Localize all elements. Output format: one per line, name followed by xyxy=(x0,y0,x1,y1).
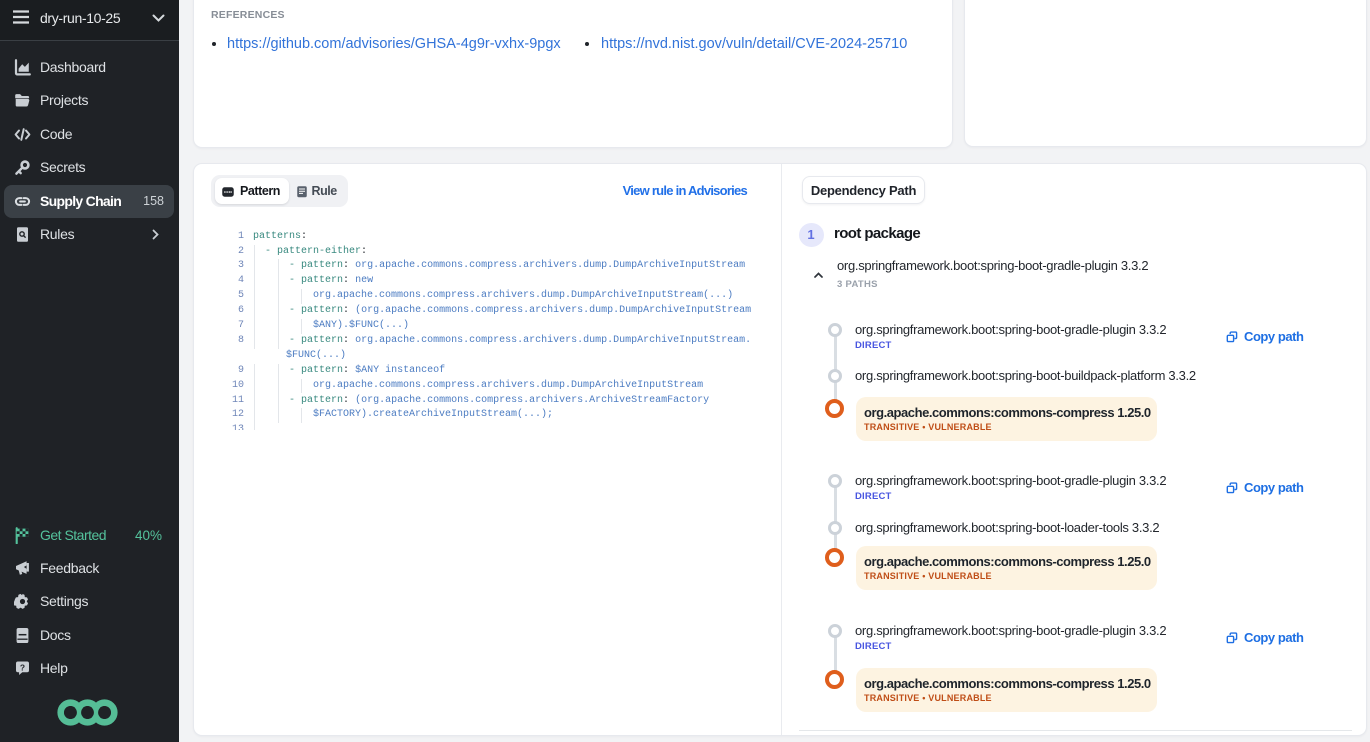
svg-text:?: ? xyxy=(20,662,25,672)
